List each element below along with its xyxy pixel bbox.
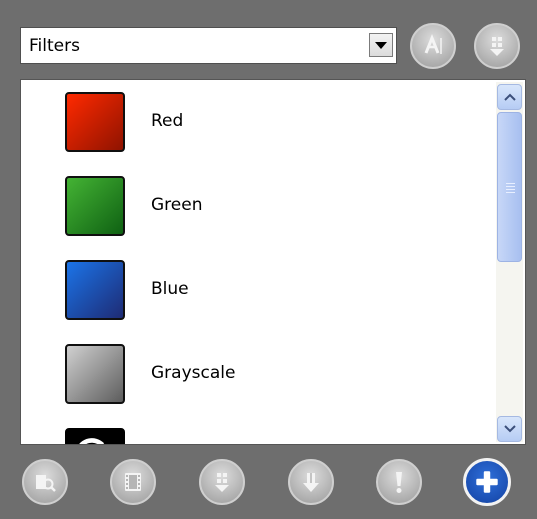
chevron-up-icon [503, 93, 516, 101]
alert-icon [396, 472, 402, 493]
search-layer-icon [36, 475, 56, 492]
list-item[interactable]: Red [21, 80, 491, 164]
chevron-down-icon [375, 41, 387, 49]
blue-swatch [65, 260, 125, 320]
filter-list[interactable]: Red Green Blue Grayscale [20, 79, 526, 445]
arrow-down-button[interactable] [288, 459, 334, 505]
film-strip-icon [125, 473, 141, 491]
move-down-alt-button[interactable] [199, 459, 245, 505]
move-down-button[interactable] [474, 23, 520, 69]
dropdown-toggle-button[interactable] [369, 33, 393, 57]
scroll-up-button[interactable] [497, 84, 522, 110]
chevron-down-icon [503, 425, 516, 433]
search-layer-button[interactable] [22, 459, 68, 505]
filters-panel: Filters Red Green Blue Grayscale [0, 0, 537, 519]
alert-button[interactable] [376, 459, 422, 505]
grayscale-swatch [65, 344, 125, 404]
list-item[interactable] [21, 416, 491, 444]
add-button[interactable] [463, 458, 511, 506]
arrow-down-icon [303, 473, 319, 492]
film-strip-button[interactable] [110, 459, 156, 505]
filters-dropdown-value: Filters [29, 36, 80, 56]
scroll-down-button[interactable] [497, 416, 522, 442]
red-swatch [65, 92, 125, 152]
list-item-label: Blue [151, 279, 189, 299]
green-swatch [65, 176, 125, 236]
list-item[interactable]: Blue [21, 248, 491, 332]
list-item[interactable]: Green [21, 164, 491, 248]
text-tool-icon [424, 33, 442, 54]
list-item-label: Green [151, 195, 203, 215]
move-down-icon [490, 37, 504, 56]
scroll-thumb[interactable] [497, 112, 522, 262]
filters-dropdown[interactable]: Filters [20, 27, 397, 64]
list-item[interactable]: Grayscale [21, 332, 491, 416]
list-item-label: Grayscale [151, 363, 236, 383]
partial-swatch [65, 428, 125, 444]
list-scrollbar[interactable] [496, 82, 523, 442]
add-icon [476, 471, 498, 493]
list-item-label: Red [151, 111, 184, 131]
text-tool-button[interactable] [410, 23, 456, 69]
move-down-alt-icon [215, 473, 229, 492]
